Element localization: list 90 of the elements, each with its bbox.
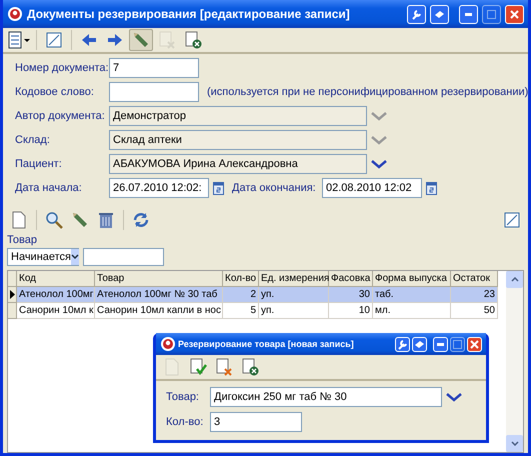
field-label: Номер документа: [15,62,105,74]
input-field[interactable]: АБАКУМОВА Ирина Александровна [109,154,367,174]
wrench-icon [397,338,408,350]
page-close-icon [184,31,202,49]
settings-button[interactable] [407,4,426,24]
column-header[interactable]: Форма выпуска [373,271,451,287]
field-label: Товар: [166,391,200,403]
right-arrow-icon [107,33,123,47]
page-cross-icon [158,31,176,49]
table-cell: Атенолол 100мг № 30 таб [95,287,223,303]
table-cell: Санорин 10мл к [17,303,95,319]
table-cell: таб. [373,287,451,303]
left-arrow-icon [81,33,97,47]
refresh-icon [132,211,150,229]
table-cell: уп. [259,303,329,319]
minimize-button[interactable] [433,336,448,352]
columns-icon [8,31,30,49]
filter-label: Товар [7,234,38,246]
field-label: Пациент: [15,158,63,170]
table-cell: 5 [223,303,259,319]
chevron-icon[interactable] [371,159,387,169]
page-close-icon [241,358,259,376]
column-header[interactable]: Код [17,271,95,287]
date-field[interactable]: 26.07.2010 12:02: [109,178,209,198]
input-field[interactable]: Демонстратор [109,106,367,126]
pencil-icon [71,211,89,229]
input-field[interactable]: Склад аптеки [109,130,367,150]
input-field[interactable]: 7 [109,58,199,78]
wrench-icon [411,8,422,20]
hint-text: (используется при не персонифицированном резервировании) [207,86,528,98]
close-icon [470,340,479,348]
table-cell: 30 [329,287,373,303]
minimize-icon [465,12,472,16]
page-icon [11,211,27,229]
column-header[interactable]: Товар [95,271,223,287]
column-header[interactable]: Остаток [451,271,498,287]
field-label: Кол-во: [166,416,204,428]
calendar-icon[interactable] [213,182,224,194]
window-title: Документы резервирования [редактирование записи] [27,7,351,21]
scroll-up-icon [510,277,518,282]
input-field[interactable]: Дигоксин 250 мг таб № 30 [210,387,442,407]
close-button[interactable] [505,4,524,24]
chevron-icon[interactable] [446,392,462,402]
table-cell: мл. [373,303,451,319]
help-button[interactable] [412,336,427,352]
field-label: Дата окончания: [232,182,317,194]
field-label: Автор документа: [15,110,105,122]
trash-icon [98,211,114,229]
minimize-button[interactable] [459,4,478,24]
column-header[interactable]: Фасовка [329,271,373,287]
pencil-icon [132,31,150,49]
input-field[interactable]: 3 [210,412,302,432]
maximize-icon [487,10,496,18]
field-label: Склад: [15,134,51,146]
page-cross-icon [215,358,233,376]
date-field[interactable]: 02.08.2010 12:02 [322,178,422,198]
column-header[interactable]: Ед. измерения [259,271,329,287]
window-title: Резервирование товара [новая запись] [178,339,355,349]
table-cell: 50 [451,303,498,319]
row-header[interactable] [8,287,17,303]
maximize-icon [453,340,462,348]
app-icon [7,6,23,22]
table-cell: Санорин 10мл капли в нос [95,303,223,319]
scrollbar[interactable] [506,271,523,452]
page-check-icon [189,358,207,376]
resize-icon [503,211,521,229]
filter-field[interactable] [83,248,164,266]
input-field[interactable] [109,82,199,102]
field-label: Дата начала: [15,182,83,194]
filter-mode-dropdown[interactable]: Начинается [7,248,79,266]
settings-button[interactable] [395,336,410,352]
toolbar-button[interactable] [7,29,31,51]
field-label: Кодовое слово: [15,86,95,98]
app-icon [160,336,176,352]
minimize-icon [437,342,444,346]
table-cell: уп. [259,287,329,303]
page-icon [164,358,180,376]
resize-icon [45,31,63,49]
search-icon [45,211,63,229]
column-header[interactable]: Кол-во [223,271,259,287]
calendar-icon[interactable] [426,182,437,194]
table-cell: 23 [451,287,498,303]
close-icon [510,10,519,18]
scroll-down-icon [510,441,518,446]
table-cell: 10 [329,303,373,319]
table-cell: Атенолол 100мг [17,287,95,303]
help-button[interactable] [430,4,449,24]
close-button[interactable] [467,336,482,352]
corner-header [8,271,17,287]
table-cell: 2 [223,287,259,303]
